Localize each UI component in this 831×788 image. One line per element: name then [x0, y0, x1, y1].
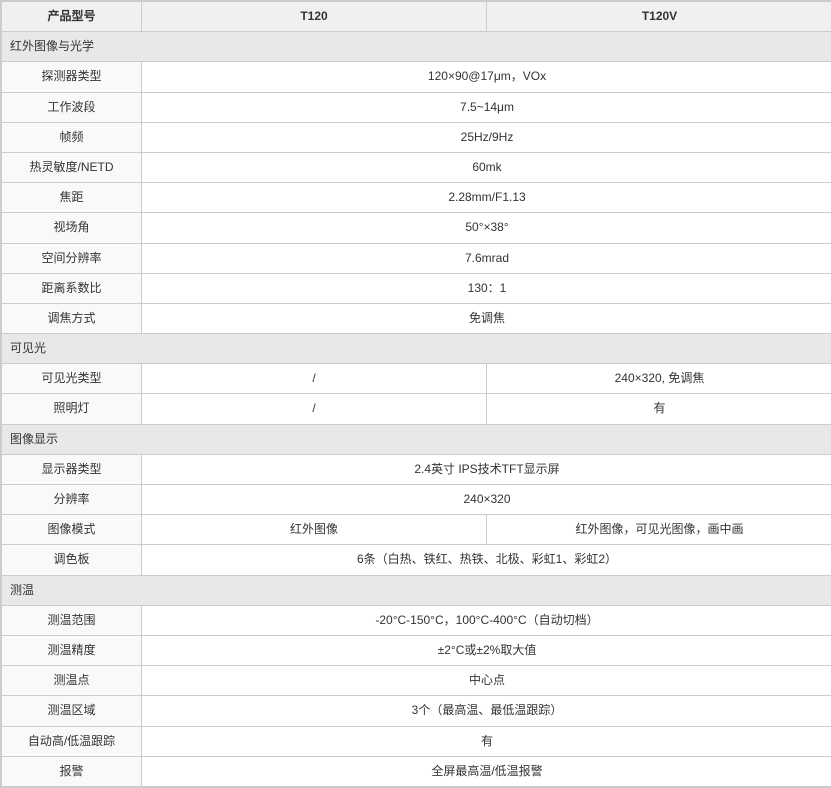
- row-data-merged: 2.28mm/F1.13: [142, 183, 831, 213]
- header-t120v: T120V: [487, 2, 831, 32]
- header-label: 产品型号: [2, 2, 142, 32]
- row-label: 测温范围: [2, 605, 142, 635]
- section-header-infrared: 红外图像与光学: [2, 32, 831, 62]
- row-data-t120: 红外图像: [142, 515, 487, 545]
- row-label: 焦距: [2, 183, 142, 213]
- table-row: 测温区域3个（最高温、最低温跟踪）: [2, 696, 831, 726]
- row-data-merged: 7.5~14μm: [142, 92, 831, 122]
- table-row: 图像模式红外图像红外图像，可见光图像，画中画: [2, 515, 831, 545]
- table-row: 距离系数比130：1: [2, 273, 831, 303]
- section-header-measurement: 测温: [2, 575, 831, 605]
- row-label: 调焦方式: [2, 303, 142, 333]
- row-label: 测温区域: [2, 696, 142, 726]
- table-row: 测温点中心点: [2, 666, 831, 696]
- row-data-merged: ±2°C或±2%取大值: [142, 635, 831, 665]
- row-data-t120: /: [142, 394, 487, 424]
- section-header-display: 图像显示: [2, 424, 831, 454]
- row-data-t120v: 有: [487, 394, 831, 424]
- row-data-merged: 240×320: [142, 485, 831, 515]
- section-title-measurement: 测温: [2, 575, 831, 605]
- table-row: 测温精度±2°C或±2%取大值: [2, 635, 831, 665]
- row-data-t120v: 红外图像，可见光图像，画中画: [487, 515, 831, 545]
- table-row: 热灵敏度/NETD60mk: [2, 152, 831, 182]
- row-data-merged: 6条（白热、铁红、热铁、北极、彩虹1、彩虹2）: [142, 545, 831, 575]
- row-data-t120: /: [142, 364, 487, 394]
- section-header-visible: 可见光: [2, 334, 831, 364]
- row-label: 显示器类型: [2, 454, 142, 484]
- row-data-t120v: 240×320, 免调焦: [487, 364, 831, 394]
- row-data-merged: 全屏最高温/低温报警: [142, 756, 831, 786]
- section-title-display: 图像显示: [2, 424, 831, 454]
- row-label: 视场角: [2, 213, 142, 243]
- row-label: 探测器类型: [2, 62, 142, 92]
- row-label: 帧频: [2, 122, 142, 152]
- row-data-merged: 120×90@17μm，VOx: [142, 62, 831, 92]
- table-row: 自动高/低温跟踪有: [2, 726, 831, 756]
- row-label: 测温精度: [2, 635, 142, 665]
- table-row: 可见光类型/240×320, 免调焦: [2, 364, 831, 394]
- table-header: 产品型号 T120 T120V: [2, 2, 831, 32]
- row-label: 可见光类型: [2, 364, 142, 394]
- table-row: 测温范围-20°C-150°C，100°C-400°C（自动切档）: [2, 605, 831, 635]
- table-row: 视场角50°×38°: [2, 213, 831, 243]
- row-data-merged: 130：1: [142, 273, 831, 303]
- row-label: 空间分辨率: [2, 243, 142, 273]
- table-row: 焦距2.28mm/F1.13: [2, 183, 831, 213]
- row-label: 工作波段: [2, 92, 142, 122]
- table-row: 帧频25Hz/9Hz: [2, 122, 831, 152]
- table-row: 调焦方式免调焦: [2, 303, 831, 333]
- table-row: 调色板6条（白热、铁红、热铁、北极、彩虹1、彩虹2）: [2, 545, 831, 575]
- row-data-merged: 中心点: [142, 666, 831, 696]
- row-label: 调色板: [2, 545, 142, 575]
- row-data-merged: 50°×38°: [142, 213, 831, 243]
- section-title-visible: 可见光: [2, 334, 831, 364]
- row-data-merged: 2.4英寸 IPS技术TFT显示屏: [142, 454, 831, 484]
- row-label: 热灵敏度/NETD: [2, 152, 142, 182]
- table-row: 探测器类型120×90@17μm，VOx: [2, 62, 831, 92]
- table-row: 照明灯/有: [2, 394, 831, 424]
- row-data-merged: 25Hz/9Hz: [142, 122, 831, 152]
- row-data-merged: 有: [142, 726, 831, 756]
- row-label: 分辨率: [2, 485, 142, 515]
- row-data-merged: 60mk: [142, 152, 831, 182]
- row-label: 照明灯: [2, 394, 142, 424]
- table-row: 分辨率240×320: [2, 485, 831, 515]
- row-label: 图像模式: [2, 515, 142, 545]
- spec-table: 产品型号 T120 T120V 红外图像与光学探测器类型120×90@17μm，…: [0, 0, 831, 788]
- row-label: 报警: [2, 756, 142, 786]
- row-label: 自动高/低温跟踪: [2, 726, 142, 756]
- table-row: 工作波段7.5~14μm: [2, 92, 831, 122]
- header-t120: T120: [142, 2, 487, 32]
- row-data-merged: 7.6mrad: [142, 243, 831, 273]
- table-row: 报警全屏最高温/低温报警: [2, 756, 831, 786]
- section-title-infrared: 红外图像与光学: [2, 32, 831, 62]
- row-label: 距离系数比: [2, 273, 142, 303]
- table-row: 显示器类型2.4英寸 IPS技术TFT显示屏: [2, 454, 831, 484]
- row-data-merged: -20°C-150°C，100°C-400°C（自动切档）: [142, 605, 831, 635]
- table-row: 空间分辨率7.6mrad: [2, 243, 831, 273]
- row-data-merged: 3个（最高温、最低温跟踪）: [142, 696, 831, 726]
- row-label: 测温点: [2, 666, 142, 696]
- row-data-merged: 免调焦: [142, 303, 831, 333]
